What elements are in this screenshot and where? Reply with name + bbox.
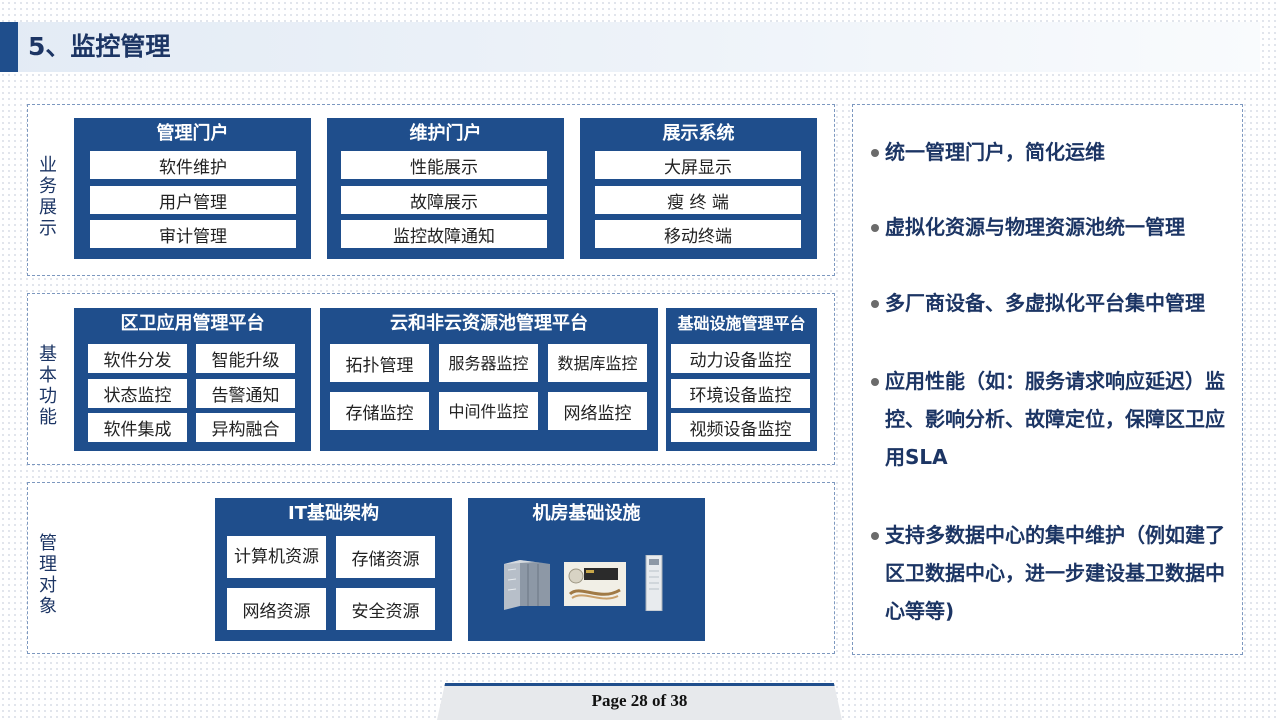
box-title: 机房基础设施 <box>532 503 641 524</box>
item-fault-display: 故障展示 <box>341 186 547 214</box>
item-storage-monitoring: 存储监控 <box>330 392 429 430</box>
item-software-integration: 软件集成 <box>88 413 187 442</box>
section-label-business: 业务展示 <box>39 155 57 239</box>
item-security-resources: 安全资源 <box>336 588 435 630</box>
server-rack-icon <box>504 560 550 610</box>
section-label-objects: 管理对象 <box>39 533 57 617</box>
item-network-resources: 网络资源 <box>227 588 326 630</box>
box-title: 区卫应用管理平台 <box>120 313 265 334</box>
item-database-monitoring: 数据库监控 <box>548 344 647 382</box>
title-bar <box>0 22 1260 72</box>
item-middleware-monitoring: 中间件监控 <box>439 392 538 430</box>
bullet-multi-vendor: 多厂商设备、多虚拟化平台集中管理 <box>871 284 1233 322</box>
box-management-portal: 管理门户 软件维护 用户管理 审计管理 <box>74 118 311 259</box>
bullet-unified-portal: 统一管理门户，简化运维 <box>871 133 1233 171</box>
item-software-maintenance: 软件维护 <box>90 151 296 179</box>
bullet-dot-icon <box>871 532 879 540</box>
box-app-management-platform: 区卫应用管理平台 软件分发 智能升级 状态监控 告警通知 软件集成 异构融合 <box>74 308 311 451</box>
box-machine-room-facilities: 机房基础设施 <box>468 498 705 641</box>
bullet-resource-pool: 虚拟化资源与物理资源池统一管理 <box>871 208 1233 246</box>
box-title: 管理门户 <box>156 123 229 144</box>
benefits-panel: 统一管理门户，简化运维 虚拟化资源与物理资源池统一管理 多厂商设备、多虚拟化平台… <box>852 104 1243 655</box>
bullet-dot-icon <box>871 300 879 308</box>
box-it-infrastructure: IT基础架构 计算机资源 存储资源 网络资源 安全资源 <box>215 498 452 641</box>
item-software-distribution: 软件分发 <box>88 344 187 373</box>
box-resource-pool-platform: 云和非云资源池管理平台 拓扑管理 服务器监控 数据库监控 存储监控 中间件监控 … <box>320 308 658 451</box>
section-functions: 基本功能 区卫应用管理平台 软件分发 智能升级 状态监控 告警通知 软件集成 异… <box>27 293 835 465</box>
item-storage-resources: 存储资源 <box>336 536 435 578</box>
item-power-equipment-monitoring: 动力设备监控 <box>671 344 810 373</box>
page-title: 5、监控管理 <box>28 32 171 61</box>
box-title: 展示系统 <box>662 123 735 144</box>
section-objects: 管理对象 IT基础架构 计算机资源 存储资源 网络资源 安全资源 机房基础设施 <box>27 482 835 654</box>
item-video-equipment-monitoring: 视频设备监控 <box>671 413 810 442</box>
item-big-screen: 大屏显示 <box>595 151 801 179</box>
section-business: 业务展示 管理门户 软件维护 用户管理 审计管理 维护门户 性能展示 故障展示 … <box>27 104 835 276</box>
title-accent-bar <box>0 22 18 72</box>
box-display-system: 展示系统 大屏显示 瘦 终 端 移动终端 <box>580 118 817 259</box>
item-user-management: 用户管理 <box>90 186 296 214</box>
bullet-app-performance: 应用性能（如：服务请求响应延迟）监控、影响分析、故障定位，保障区卫应用SLA <box>871 362 1233 476</box>
box-infrastructure-platform: 基础设施管理平台 动力设备监控 环境设备监控 视频设备监控 <box>666 308 817 451</box>
item-network-monitoring: 网络监控 <box>548 392 647 430</box>
item-compute-resources: 计算机资源 <box>227 536 326 578</box>
item-topology-management: 拓扑管理 <box>330 344 429 382</box>
section-label-functions: 基本功能 <box>39 344 57 428</box>
tower-unit-icon <box>645 555 663 611</box>
box-title: 基础设施管理平台 <box>677 314 806 333</box>
bullet-dot-icon <box>871 149 879 157</box>
item-server-monitoring: 服务器监控 <box>439 344 538 382</box>
box-maintenance-portal: 维护门户 性能展示 故障展示 监控故障通知 <box>327 118 564 259</box>
bullet-dot-icon <box>871 378 879 386</box>
item-status-monitoring: 状态监控 <box>88 379 187 408</box>
box-title: IT基础架构 <box>288 503 379 524</box>
box-title: 维护门户 <box>409 123 482 144</box>
item-environment-equipment-monitoring: 环境设备监控 <box>671 379 810 408</box>
page-number: Page 28 of 38 <box>591 691 688 710</box>
item-fault-notification: 监控故障通知 <box>341 220 547 248</box>
item-smart-upgrade: 智能升级 <box>196 344 295 373</box>
bullet-dot-icon <box>871 224 879 232</box>
item-performance-display: 性能展示 <box>341 151 547 179</box>
item-audit-management: 审计管理 <box>90 220 296 248</box>
item-heterogeneous-fusion: 异构融合 <box>196 413 295 442</box>
monitoring-device-icon <box>564 562 626 606</box>
item-mobile-terminal: 移动终端 <box>595 220 801 248</box>
bullet-multi-datacenter: 支持多数据中心的集中维护（例如建了区卫数据中心，进一步建设基卫数据中心等等) <box>871 516 1233 630</box>
box-title: 云和非云资源池管理平台 <box>390 313 588 334</box>
item-thin-client: 瘦 终 端 <box>595 186 801 214</box>
item-alarm-notification: 告警通知 <box>196 379 295 408</box>
